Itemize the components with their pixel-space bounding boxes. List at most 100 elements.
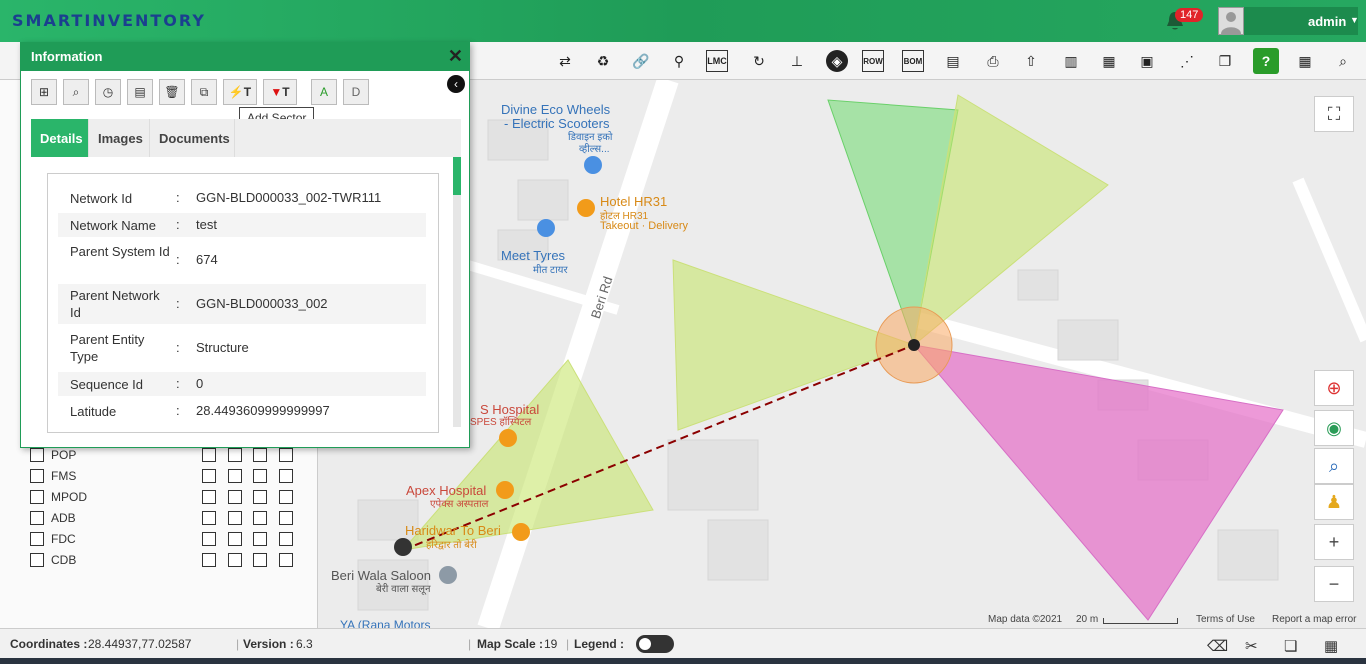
layer-checkbox[interactable]	[30, 532, 44, 546]
zoom-in-icon[interactable]: +	[1314, 524, 1354, 560]
poi-rana[interactable]: YA (Rana Motors	[340, 618, 430, 628]
print-icon[interactable]: ⎙	[982, 50, 1004, 72]
layer-checkbox[interactable]	[30, 469, 44, 483]
layer-option-checkbox[interactable]	[279, 511, 293, 525]
layer-option-checkbox[interactable]	[253, 532, 267, 546]
merge-icon[interactable]: ⇄	[554, 50, 576, 72]
grid-icon[interactable]: ▦	[1294, 50, 1316, 72]
add-sector-button[interactable]: ⚡ T	[223, 79, 257, 105]
history-icon[interactable]: ◷	[95, 79, 121, 105]
layer-checkbox[interactable]	[30, 490, 44, 504]
terms-link[interactable]: Terms of Use	[1196, 614, 1255, 625]
layer-option-checkbox[interactable]	[228, 469, 242, 483]
poi-tyres[interactable]: Meet Tyres	[501, 248, 565, 263]
search-icon[interactable]: ⌕	[1332, 50, 1354, 72]
tool-a[interactable]: A	[311, 79, 337, 105]
notification-badge[interactable]: 147	[1175, 8, 1204, 22]
layer-item[interactable]: ADB	[30, 508, 76, 528]
layer-option-checkbox[interactable]	[253, 490, 267, 504]
report-error-link[interactable]: Report a map error	[1272, 614, 1356, 625]
bom-icon[interactable]: BOM	[902, 50, 924, 72]
add-antenna-button[interactable]: ▼ T	[263, 79, 297, 105]
table-icon[interactable]: ▦	[1324, 637, 1338, 655]
layer-checkbox[interactable]	[30, 448, 44, 462]
compass-icon[interactable]: ⊕	[1314, 370, 1354, 406]
layer-option-checkbox[interactable]	[202, 490, 216, 504]
layer-label: FMS	[51, 469, 77, 483]
layer-checkbox[interactable]	[30, 511, 44, 525]
table-icon[interactable]: ▤	[127, 79, 153, 105]
save-icon[interactable]: ▣	[1136, 50, 1158, 72]
user-menu[interactable]: admin ▼	[1218, 7, 1359, 35]
layer-option-checkbox[interactable]	[228, 490, 242, 504]
version-value: 6.3	[296, 637, 313, 651]
poi-haridwar[interactable]: Haridwar To Beri	[405, 523, 501, 538]
copy-icon[interactable]: ⧉	[191, 79, 217, 105]
chart-icon[interactable]: ▦	[1098, 50, 1120, 72]
layer-item[interactable]: POP	[30, 445, 76, 465]
layer-option-checkbox[interactable]	[279, 490, 293, 504]
layer-option-checkbox[interactable]	[253, 469, 267, 483]
delete-icon[interactable]: 🗑	[159, 79, 185, 105]
street-view-icon[interactable]: ♟	[1314, 484, 1354, 520]
layer-item[interactable]: CDB	[30, 550, 76, 570]
layer-item[interactable]: MPOD	[30, 487, 87, 507]
layer-option-checkbox[interactable]	[202, 469, 216, 483]
layer-item[interactable]: FDC	[30, 529, 76, 549]
layer-option-checkbox[interactable]	[253, 448, 267, 462]
scroll-thumb[interactable]	[453, 157, 461, 195]
layer-option-checkbox[interactable]	[253, 553, 267, 567]
location-icon[interactable]: ◉	[1314, 410, 1354, 446]
poi-divine[interactable]: Divine Eco Wheels	[501, 102, 610, 117]
layer-option-checkbox[interactable]	[253, 511, 267, 525]
route-icon[interactable]: ⚲	[668, 50, 690, 72]
detail-separator: :	[176, 403, 180, 418]
export-icon[interactable]: ⊞	[31, 79, 57, 105]
zoom-out-icon[interactable]: −	[1314, 566, 1354, 602]
layer-option-checkbox[interactable]	[279, 532, 293, 546]
tower-icon[interactable]: ⊥	[786, 50, 808, 72]
eraser-icon[interactable]: ⌫	[1207, 637, 1228, 655]
layer-option-checkbox[interactable]	[202, 532, 216, 546]
layer-option-checkbox[interactable]	[279, 553, 293, 567]
measure-icon[interactable]: ◈	[826, 50, 848, 72]
tool-d[interactable]: D	[343, 79, 369, 105]
layers-icon[interactable]: ❏	[1284, 637, 1297, 655]
scrollbar[interactable]	[453, 157, 461, 427]
layer-item[interactable]: FMS	[30, 466, 76, 486]
building-icon[interactable]: ▥	[1060, 50, 1082, 72]
close-icon[interactable]: ✕	[448, 46, 463, 67]
rotate-icon[interactable]: ↻	[748, 50, 770, 72]
zoom-icon[interactable]: ⌕	[63, 79, 89, 105]
layer-option-checkbox[interactable]	[228, 511, 242, 525]
legend-toggle[interactable]	[636, 635, 674, 653]
layer-checkbox[interactable]	[30, 553, 44, 567]
upload-icon[interactable]: ⇧	[1020, 50, 1042, 72]
map-view[interactable]: Divine Eco Wheels - Electric Scooters डि…	[318, 80, 1366, 628]
report-icon[interactable]: ▤	[942, 50, 964, 72]
back-icon[interactable]: ‹	[447, 75, 465, 93]
cut-icon[interactable]: ✂	[1245, 637, 1258, 655]
zoom-area-icon[interactable]: ⌕	[1314, 448, 1354, 484]
fullscreen-icon[interactable]: ⛶	[1314, 96, 1354, 132]
help-icon[interactable]: ?	[1253, 48, 1279, 74]
layer-option-checkbox[interactable]	[279, 469, 293, 483]
layer-option-checkbox[interactable]	[202, 553, 216, 567]
layer-option-checkbox[interactable]	[202, 511, 216, 525]
tab-images[interactable]: Images	[89, 119, 150, 157]
detail-value: test	[196, 217, 217, 232]
link-icon[interactable]: 🔗	[630, 50, 652, 72]
layer-option-checkbox[interactable]	[228, 553, 242, 567]
network-icon[interactable]: ⋰	[1176, 50, 1198, 72]
layer-option-checkbox[interactable]	[228, 448, 242, 462]
row-icon[interactable]: ROW	[862, 50, 884, 72]
layer-option-checkbox[interactable]	[279, 448, 293, 462]
tab-documents[interactable]: Documents	[150, 119, 235, 157]
poi-hotel[interactable]: Hotel HR31	[600, 194, 667, 209]
window-icon[interactable]: ❐	[1214, 50, 1236, 72]
lmc-icon[interactable]: LMC	[706, 50, 728, 72]
tab-details[interactable]: Details	[31, 119, 89, 157]
layer-option-checkbox[interactable]	[202, 448, 216, 462]
recycle-icon[interactable]: ♻	[592, 50, 614, 72]
layer-option-checkbox[interactable]	[228, 532, 242, 546]
